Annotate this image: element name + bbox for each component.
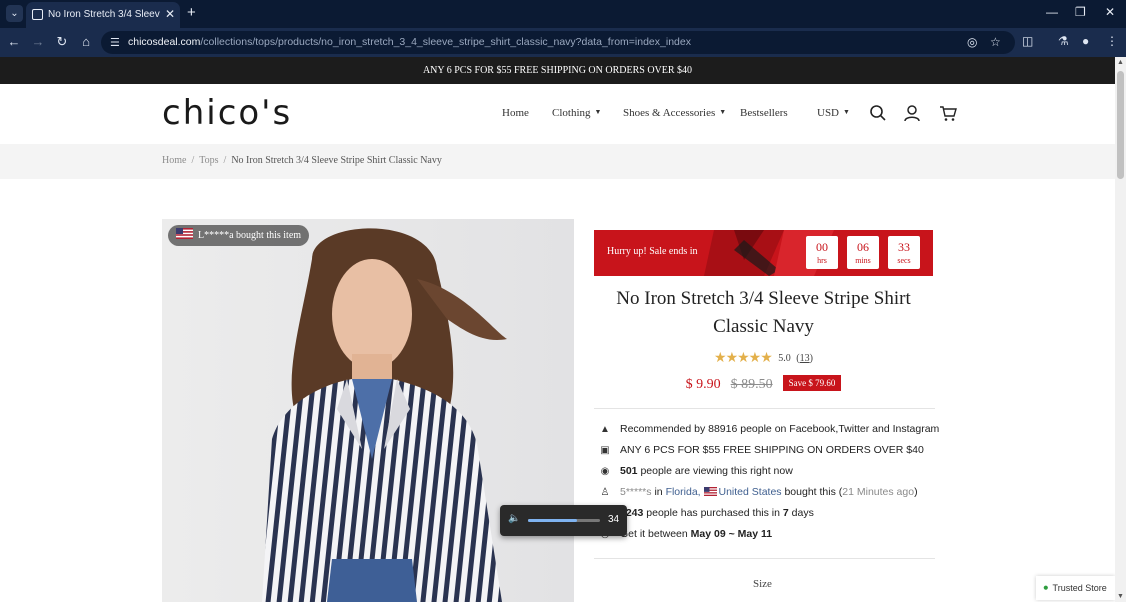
divider	[594, 408, 935, 409]
product-title: No Iron Stretch 3/4 Sleeve Stripe Shirt …	[616, 288, 911, 337]
eye-off-icon[interactable]: ◎	[967, 35, 977, 49]
restore-icon[interactable]: ❐	[1075, 5, 1086, 19]
address-bar[interactable]: ☰ chicosdeal.com/collections/tops/produc…	[101, 31, 1015, 54]
home-icon[interactable]: ⌂	[78, 34, 94, 49]
user-icon: ♙	[600, 487, 610, 498]
site-logo[interactable]: chico's	[162, 93, 292, 133]
review-count-link[interactable]: 13	[800, 353, 810, 364]
page-favicon-icon	[32, 9, 43, 20]
extensions-icon[interactable]: ◫	[1022, 34, 1033, 48]
breadcrumb-tops[interactable]: Tops	[199, 155, 218, 166]
flame-icon: ▲	[600, 424, 610, 435]
sale-price: $ 9.90	[685, 377, 721, 392]
countdown-hours: 00 hrs	[806, 236, 838, 269]
site-header: chico's Home Clothing ▼ Shoes & Accessori…	[0, 84, 1115, 144]
us-flag-icon	[176, 228, 193, 239]
labs-flask-icon[interactable]: ⚗	[1058, 34, 1069, 48]
product-pricing: $ 9.90 $ 89.50 Save $ 79.60	[594, 375, 933, 393]
tab-title: No Iron Stretch 3/4 Sleeve Stripe Shirt …	[48, 9, 160, 20]
volume-slider[interactable]	[528, 519, 600, 522]
scroll-thumb[interactable]	[1117, 71, 1124, 179]
save-badge: Save $ 79.60	[782, 375, 842, 391]
trusted-store-badge[interactable]: ⚫ Trusted Store	[1036, 576, 1115, 600]
breadcrumb: Home / Tops / No Iron Stretch 3/4 Sleeve Str…	[162, 155, 442, 166]
product-rating: ★★★★★ 5.0 (13)	[714, 351, 813, 366]
info-viewing: ◉ 501 people are viewing this right now	[600, 465, 793, 477]
chevron-down-icon: ▼	[843, 108, 850, 116]
account-icon[interactable]	[902, 103, 922, 123]
chevron-down-icon: ▼	[719, 108, 727, 116]
reload-icon[interactable]: ↻	[54, 34, 70, 50]
cart-icon[interactable]	[938, 103, 958, 123]
info-purchased: ◯4243 people has purchased this in 7 day…	[599, 507, 939, 519]
countdown-minutes: 06 mins	[847, 236, 879, 269]
original-price: $ 89.50	[730, 377, 773, 392]
promo-bar: ANY 6 PCS FOR $55 FREE SHIPPING ON ORDER…	[0, 57, 1115, 84]
us-flag-icon	[703, 487, 717, 496]
volume-overlay: 🔈 34	[500, 505, 627, 536]
currency-selector[interactable]: USD ▼	[817, 107, 850, 119]
browser-tab-strip: ⌄ No Iron Stretch 3/4 Sleeve Stripe Shir…	[0, 0, 1126, 28]
scroll-up-icon[interactable]: ▲	[1116, 59, 1125, 66]
minimize-icon[interactable]: —	[1046, 5, 1058, 19]
nav-clothing[interactable]: Clothing ▼	[552, 107, 601, 119]
browser-toolbar: ← → ↻ ⌂ ☰ chicosdeal.com/collections/top…	[0, 28, 1126, 57]
sale-countdown: Hurry up! Sale ends in 00 hrs 06 mins 33 se…	[594, 230, 933, 276]
window-close-icon[interactable]: ✕	[1105, 5, 1115, 19]
nav-bestsellers[interactable]: Bestsellers	[740, 107, 788, 119]
recent-purchase-toast: L*****a bought this item	[168, 225, 310, 246]
browser-tab[interactable]: No Iron Stretch 3/4 Sleeve Stripe Shirt …	[26, 2, 180, 28]
back-icon[interactable]: ←	[6, 34, 22, 49]
info-recommended: ▲ Recommended by 88916 people on Facebook…	[600, 423, 940, 435]
speaker-icon: 🔈	[508, 513, 521, 524]
info-delivery: ◷Get it between May 09 ~ May 11	[599, 528, 939, 540]
info-shipping: ▣ ANY 6 PCS FOR $55 FREE SHIPPING ON ORDE…	[600, 444, 924, 456]
breadcrumb-current: No Iron Stretch 3/4 Sleeve Stripe Shirt …	[231, 155, 442, 166]
shield-check-icon: ⚫	[1042, 583, 1050, 593]
new-tab-button[interactable]: +	[187, 4, 196, 21]
size-label: Size	[753, 578, 772, 590]
nav-home[interactable]: Home	[502, 107, 529, 119]
breadcrumb-home[interactable]: Home	[162, 155, 186, 166]
chevron-down-icon: ▼	[594, 108, 602, 116]
search-icon[interactable]	[868, 103, 888, 123]
scroll-down-icon[interactable]: ▼	[1116, 593, 1125, 600]
volume-level: 34	[608, 514, 620, 525]
bookmark-star-icon[interactable]: ☆	[990, 35, 1001, 49]
site-info-icon[interactable]: ☰	[110, 36, 120, 49]
countdown-seconds: 33 secs	[888, 236, 920, 269]
url-text: chicosdeal.com/collections/tops/products…	[128, 36, 691, 48]
model-photo	[162, 219, 574, 602]
profile-icon[interactable]: ●	[1082, 34, 1089, 48]
tab-search-icon[interactable]: ⌄	[6, 5, 23, 22]
breadcrumb-bar: Home / Tops / No Iron Stretch 3/4 Sleeve Str…	[0, 144, 1115, 179]
eye-icon: ◉	[600, 466, 610, 477]
volume-slider-fill	[528, 519, 577, 522]
tab-close-icon[interactable]: ✕	[165, 7, 175, 21]
divider	[594, 558, 935, 559]
truck-icon: ▣	[600, 445, 610, 456]
browser-menu-icon[interactable]: ⋮	[1106, 34, 1118, 48]
rating-stars-icon: ★★★★★	[714, 351, 773, 366]
page-scrollbar[interactable]: ▲ ▼	[1115, 57, 1126, 602]
forward-icon[interactable]: →	[30, 34, 46, 49]
countdown-label: Hurry up! Sale ends in	[607, 246, 698, 257]
info-recent-buyer: ♙ 5*****s in Florida, United States bough…	[600, 486, 918, 498]
nav-shoes-accessories[interactable]: Shoes & Accessories ▼	[623, 107, 726, 119]
product-image[interactable]: L*****a bought this item	[162, 219, 574, 602]
